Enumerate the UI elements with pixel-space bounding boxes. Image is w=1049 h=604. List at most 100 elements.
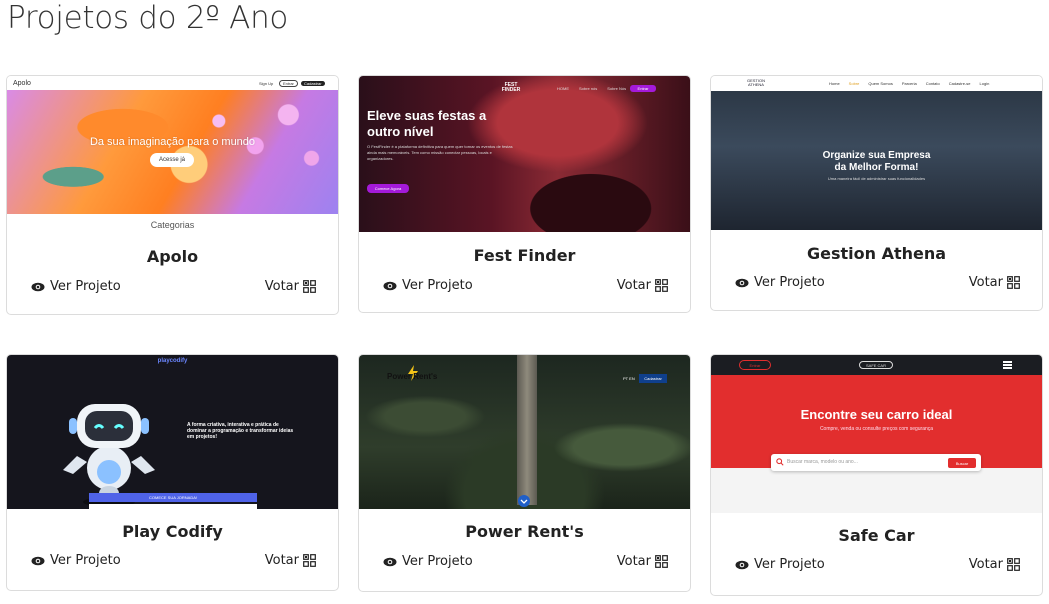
chevron-down-icon: [518, 495, 530, 507]
thumb-hero-line: Eleve suas festas a: [367, 108, 487, 123]
card-title: Fest Finder: [473, 246, 576, 265]
view-project-link[interactable]: Ver Projeto: [383, 278, 473, 293]
project-card-apolo: Apolo Sign Up Entrar Cadastrar Da sua im…: [6, 75, 339, 315]
view-project-label: Ver Projeto: [50, 553, 121, 568]
card-actions: Ver Projeto Votar: [359, 554, 690, 574]
card-title: Play Codify: [122, 522, 223, 541]
thumb-brand: Apolo: [13, 79, 31, 87]
view-project-label: Ver Projeto: [402, 278, 473, 293]
view-project-label: Ver Projeto: [402, 554, 473, 569]
thumb-enter-button: Entrar: [630, 85, 656, 92]
thumb-nav-link: Parceria: [901, 81, 917, 86]
thumb-below-text: Categorias: [150, 220, 195, 230]
robot-mascot-icon: [63, 404, 155, 507]
project-thumbnail[interactable]: FEST FINDER HOME Sobre nós Sobre Nós Ent…: [359, 76, 690, 232]
thumb-nav-link: Sign Up: [259, 80, 274, 86]
view-project-link[interactable]: Ver Projeto: [735, 275, 825, 290]
page-title: Projetos do 2º Ano: [7, 0, 289, 36]
project-thumbnail[interactable]: playcodify A forma criativa, interativa …: [7, 355, 338, 509]
vote-button[interactable]: Votar: [969, 557, 1020, 572]
thumb-brand: playcodify: [157, 358, 188, 364]
view-project-label: Ver Projeto: [754, 275, 825, 290]
card-actions: Ver Projeto Votar: [7, 279, 338, 299]
project-thumbnail[interactable]: Entrar SAFE CAR Encontre seu carro ideal…: [711, 355, 1042, 513]
thumb-pole: [517, 355, 537, 505]
view-project-link[interactable]: Ver Projeto: [735, 557, 825, 572]
thumb-hero-text: A forma criativa, interativa e prática d…: [187, 422, 294, 440]
thumb-hero-line: da Melhor Forma!: [834, 162, 919, 173]
qr-grid-icon: [1007, 558, 1020, 571]
project-thumbnail[interactable]: GESTION ATHENA Home Sobre Quem Somos Par…: [711, 76, 1042, 230]
view-project-label: Ver Projeto: [50, 279, 121, 294]
vote-button[interactable]: Votar: [617, 554, 668, 569]
card-title: Power Rent's: [465, 522, 584, 541]
thumb-hero-sub: Compre, venda ou consulte preços com seg…: [819, 426, 934, 432]
project-thumbnail[interactable]: Apolo Sign Up Entrar Cadastrar Da sua im…: [7, 76, 338, 214]
thumb-hero-title: Encontre seu carro ideal: [800, 407, 953, 422]
thumb-cta-button: COMECE SUA JORNADA!: [89, 493, 257, 502]
vote-button[interactable]: Votar: [265, 553, 316, 568]
project-card-play-codify: playcodify A forma criativa, interativa …: [6, 354, 339, 591]
thumb-nav-link: Sobre Nós: [607, 86, 627, 91]
eye-icon: [31, 282, 45, 291]
thumb-nav-link: Cadastrar: [301, 80, 325, 86]
thumb-hero-line: outro nível: [367, 124, 434, 139]
qr-grid-icon: [655, 279, 668, 292]
thumb-nav-link: Cadastre-se: [948, 81, 971, 86]
eye-icon: [31, 556, 45, 565]
card-title: Safe Car: [838, 526, 915, 545]
vote-label: Votar: [264, 553, 299, 568]
vote-button[interactable]: Votar: [265, 279, 316, 294]
thumb-cta-button: Comece Agora: [367, 184, 409, 193]
thumb-navbar: Apolo Sign Up Entrar Cadastrar: [7, 76, 338, 90]
thumb-nav-link: Contato: [925, 81, 940, 86]
eye-icon: [735, 278, 749, 287]
qr-grid-icon: [655, 555, 668, 568]
vote-label: Votar: [616, 554, 651, 569]
vote-button[interactable]: Votar: [617, 278, 668, 293]
eye-icon: [383, 281, 397, 290]
thumb-hero-sub: Uma maneira fácil de administrar suas fu…: [827, 176, 926, 181]
hamburger-menu-icon: [1003, 361, 1012, 369]
thumb-hero-button: Acesse já: [150, 153, 194, 167]
view-project-link[interactable]: Ver Projeto: [31, 279, 121, 294]
view-project-link[interactable]: Ver Projeto: [383, 554, 473, 569]
thumb-search-placeholder: Buscar marca, modelo ou ano...: [787, 459, 858, 465]
project-card-safe-car: Entrar SAFE CAR Encontre seu carro ideal…: [710, 354, 1043, 596]
qr-grid-icon: [303, 554, 316, 567]
thumb-nav-link: Sobre: [848, 81, 860, 86]
vote-button[interactable]: Votar: [969, 275, 1020, 290]
project-card-power-rents: Power Rent's PT EN Cadastrar Power Rent'…: [358, 354, 691, 592]
thumb-nav-links: Home Sobre Quem Somos Parceria Contato C…: [829, 81, 989, 86]
thumb-hero-text: Da sua imaginação para o mundo: [89, 136, 256, 148]
thumb-login-button: Entrar: [739, 360, 771, 370]
project-thumbnail[interactable]: Power Rent's PT EN Cadastrar: [359, 355, 690, 509]
view-project-link[interactable]: Ver Projeto: [31, 553, 121, 568]
project-card-gestion-athena: GESTION ATHENA Home Sobre Quem Somos Par…: [710, 75, 1043, 311]
thumb-hero-title: Eleve suas festas a outro nível: [367, 108, 486, 140]
thumb-search-bar: Buscar marca, modelo ou ano... Buscar: [771, 454, 981, 471]
card-title: Gestion Athena: [806, 244, 947, 263]
card-actions: Ver Projeto Votar: [7, 553, 338, 573]
thumb-lower-section: [711, 468, 1042, 513]
thumb-navbar: HOME Sobre nós Sobre Nós: [557, 86, 626, 91]
thumb-logo: Power Rent's: [387, 372, 438, 381]
thumb-nav-link: Home: [829, 81, 840, 86]
thumb-hero-title: Organize sua Empresa da Melhor Forma!: [711, 150, 1042, 174]
thumb-register-button: Cadastrar: [639, 374, 667, 383]
qr-grid-icon: [303, 280, 316, 293]
vote-label: Votar: [968, 275, 1003, 290]
search-icon: [776, 458, 784, 466]
thumb-nav-link: Sobre nós: [579, 86, 598, 91]
thumb-nav-link: Login: [979, 81, 990, 86]
card-actions: Ver Projeto Votar: [711, 275, 1042, 295]
thumb-hero-line: Organize sua Empresa: [822, 150, 931, 161]
thumb-bottom-bar: [89, 504, 257, 509]
vote-label: Votar: [616, 278, 651, 293]
eye-icon: [383, 557, 397, 566]
qr-grid-icon: [1007, 276, 1020, 289]
project-card-fest-finder: FEST FINDER HOME Sobre nós Sobre Nós Ent…: [358, 75, 691, 313]
vote-label: Votar: [968, 557, 1003, 572]
thumb-lang-toggle: PT EN: [623, 376, 635, 381]
view-project-label: Ver Projeto: [754, 557, 825, 572]
